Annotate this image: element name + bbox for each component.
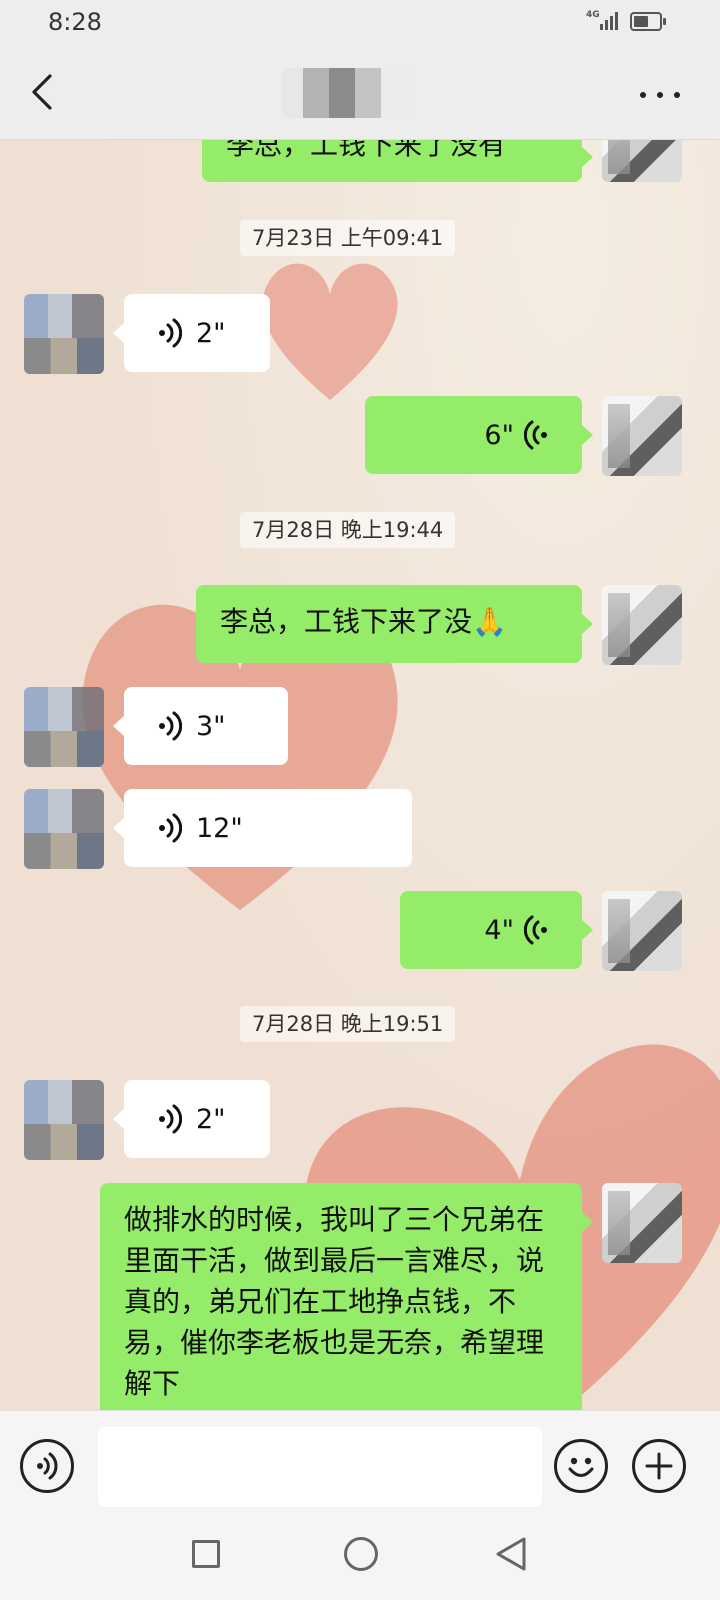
my-avatar[interactable]	[602, 891, 682, 971]
battery-icon	[630, 12, 666, 31]
voice-mode-button[interactable]	[20, 1439, 74, 1493]
voice-wave-icon	[159, 813, 182, 843]
contact-avatar[interactable]	[24, 789, 104, 869]
voice-duration: 2"	[196, 1103, 226, 1135]
chevron-left-icon	[32, 74, 52, 110]
voice-duration: 4"	[484, 914, 514, 946]
my-avatar[interactable]	[602, 1183, 682, 1263]
outgoing-text-message[interactable]: 做排水的时候，我叫了三个兄弟在里面干活，做到最后一言难尽，说真的，弟兄们在工地挣…	[100, 1183, 593, 1410]
chat-header	[0, 48, 720, 140]
my-avatar[interactable]	[602, 396, 682, 476]
more-dots-icon	[640, 92, 646, 98]
battery-level	[634, 16, 648, 27]
voice-wave-icon	[159, 711, 182, 741]
home-button[interactable]	[344, 1537, 378, 1571]
contact-avatar[interactable]	[24, 687, 104, 767]
voice-duration: 2"	[196, 317, 226, 349]
system-back-button[interactable]	[494, 1536, 528, 1572]
incoming-voice-message[interactable]: 3"	[113, 687, 288, 765]
voice-wave-icon	[524, 420, 547, 450]
my-avatar[interactable]	[602, 585, 682, 665]
message-text: 李总，工钱下来了没有	[226, 140, 507, 161]
back-button[interactable]	[22, 70, 66, 114]
voice-wave-icon	[159, 318, 182, 348]
message-composer	[0, 1410, 720, 1522]
recents-button[interactable]	[192, 1540, 220, 1568]
contact-name	[282, 68, 412, 118]
voice-duration: 3"	[196, 710, 226, 742]
plus-icon	[645, 1452, 673, 1480]
chat-timestamp: 7月28日 晚上19:51	[240, 1006, 456, 1042]
message-text: 做排水的时候，我叫了三个兄弟在里面干活，做到最后一言难尽，说真的，弟兄们在工地挣…	[124, 1203, 545, 1400]
contact-avatar[interactable]	[24, 1080, 104, 1160]
network-type: 4G	[586, 10, 600, 20]
chat-timestamp: 7月28日 晚上19:44	[240, 512, 456, 548]
outgoing-voice-message[interactable]: 6"	[365, 396, 593, 474]
emoji-button[interactable]	[554, 1439, 608, 1493]
signal-icon: 4G	[586, 10, 622, 34]
voice-duration: 12"	[196, 812, 243, 844]
contact-avatar[interactable]	[24, 294, 104, 374]
my-avatar[interactable]	[602, 140, 682, 182]
voice-mode-icon	[37, 1452, 58, 1480]
status-time: 8:28	[48, 8, 102, 36]
voice-wave-icon	[159, 1104, 182, 1134]
emoji-icon	[568, 1457, 594, 1477]
more-functions-button[interactable]	[632, 1439, 686, 1493]
outgoing-voice-message[interactable]: 4"	[400, 891, 593, 969]
status-bar: 8:28 4G	[0, 0, 720, 48]
incoming-voice-message[interactable]: 2"	[113, 294, 270, 372]
voice-duration: 6"	[484, 419, 514, 451]
wallpaper-heart	[262, 263, 398, 400]
message-list[interactable]: 李总，工钱下来了没有 7月23日 上午09:41 2" 6" 7月28日 晚上1…	[0, 140, 720, 1410]
outgoing-text-message[interactable]: 李总，工钱下来了没🙏	[196, 585, 593, 663]
more-button[interactable]	[640, 84, 684, 104]
message-text: 李总，工钱下来了没🙏	[220, 605, 507, 638]
system-navigation-bar	[0, 1522, 720, 1600]
incoming-voice-message[interactable]: 2"	[113, 1080, 270, 1158]
outgoing-text-message[interactable]: 李总，工钱下来了没有	[202, 140, 593, 182]
incoming-voice-message[interactable]: 12"	[113, 789, 412, 867]
chat-timestamp: 7月23日 上午09:41	[240, 220, 456, 256]
message-input[interactable]	[98, 1427, 542, 1507]
voice-wave-icon	[524, 915, 547, 945]
